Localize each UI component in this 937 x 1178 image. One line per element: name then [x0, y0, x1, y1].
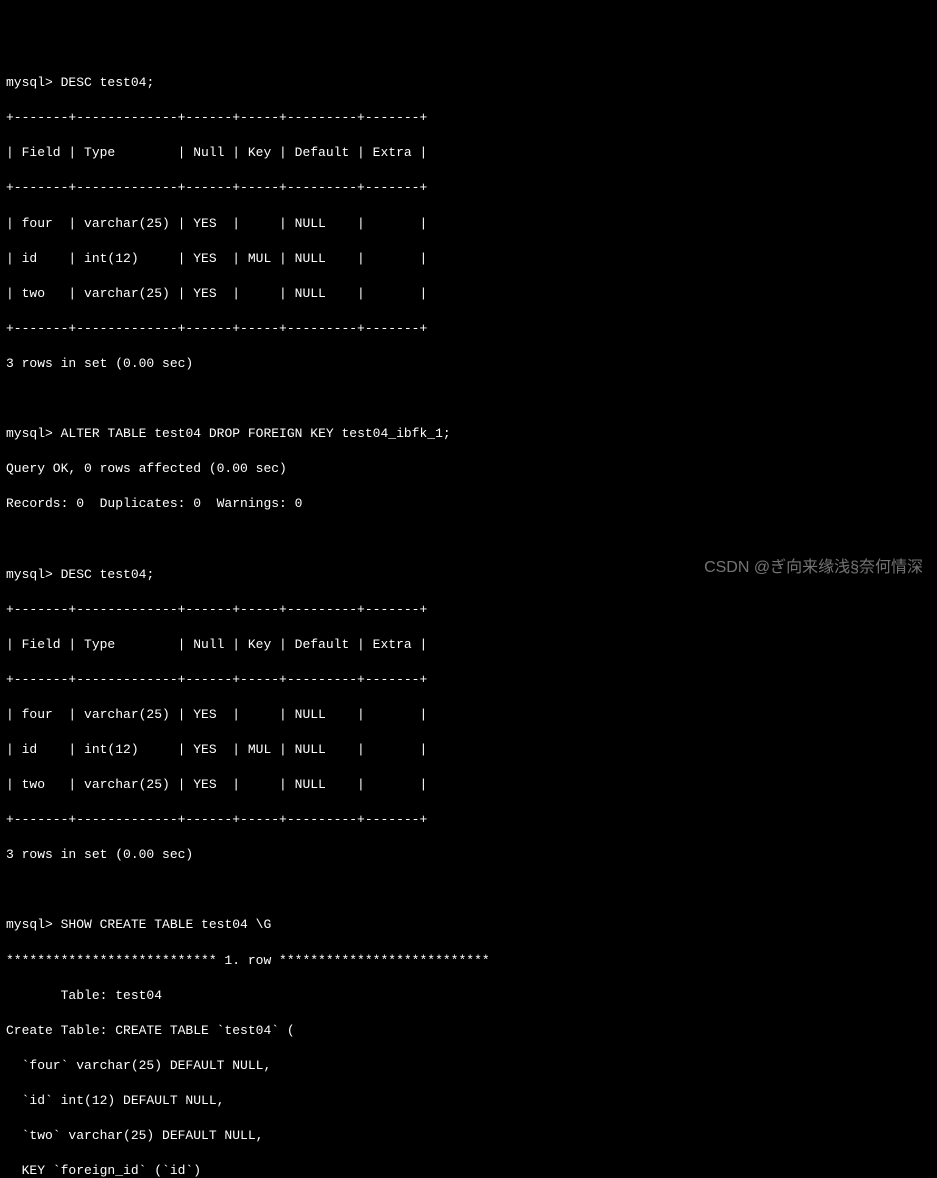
table-header: | Field | Type | Null | Key | Default | …: [6, 636, 931, 654]
query-ok: Query OK, 0 rows affected (0.00 sec): [6, 460, 931, 478]
create-output: Table: test04: [6, 987, 931, 1005]
blank-line: [6, 881, 931, 899]
table-row: | two | varchar(25) | YES | | NULL | |: [6, 285, 931, 303]
row-separator: *************************** 1. row *****…: [6, 952, 931, 970]
result-footer: 3 rows in set (0.00 sec): [6, 846, 931, 864]
blank-line: [6, 390, 931, 408]
command-text: SHOW CREATE TABLE test04 \G: [61, 917, 272, 932]
prompt: mysql>: [6, 917, 53, 932]
table-border: +-------+-------------+------+-----+----…: [6, 320, 931, 338]
table-row: | two | varchar(25) | YES | | NULL | |: [6, 776, 931, 794]
create-output: `two` varchar(25) DEFAULT NULL,: [6, 1127, 931, 1145]
records-line: Records: 0 Duplicates: 0 Warnings: 0: [6, 495, 931, 513]
cmd-line: mysql> DESC test04;: [6, 74, 931, 92]
table-row: | four | varchar(25) | YES | | NULL | |: [6, 706, 931, 724]
cmd-line: mysql> ALTER TABLE test04 DROP FOREIGN K…: [6, 425, 931, 443]
table-header: | Field | Type | Null | Key | Default | …: [6, 144, 931, 162]
prompt: mysql>: [6, 567, 53, 582]
command-text: ALTER TABLE test04 DROP FOREIGN KEY test…: [61, 426, 451, 441]
create-output: KEY `foreign_id` (`id`): [6, 1162, 931, 1178]
table-border: +-------+-------------+------+-----+----…: [6, 109, 931, 127]
command-text: DESC test04;: [61, 75, 155, 90]
create-output: `id` int(12) DEFAULT NULL,: [6, 1092, 931, 1110]
prompt: mysql>: [6, 75, 53, 90]
create-output: Create Table: CREATE TABLE `test04` (: [6, 1022, 931, 1040]
prompt: mysql>: [6, 426, 53, 441]
table-row: | id | int(12) | YES | MUL | NULL | |: [6, 741, 931, 759]
table-border: +-------+-------------+------+-----+----…: [6, 811, 931, 829]
cmd-line: mysql> SHOW CREATE TABLE test04 \G: [6, 916, 931, 934]
watermark: CSDN @ぎ向来缘浅§奈何情深: [704, 557, 923, 579]
table-border: +-------+-------------+------+-----+----…: [6, 179, 931, 197]
command-text: DESC test04;: [61, 567, 155, 582]
result-footer: 3 rows in set (0.00 sec): [6, 355, 931, 373]
table-row: | four | varchar(25) | YES | | NULL | |: [6, 215, 931, 233]
blank-line: [6, 530, 931, 548]
table-border: +-------+-------------+------+-----+----…: [6, 671, 931, 689]
table-row: | id | int(12) | YES | MUL | NULL | |: [6, 250, 931, 268]
create-output: `four` varchar(25) DEFAULT NULL,: [6, 1057, 931, 1075]
table-border: +-------+-------------+------+-----+----…: [6, 601, 931, 619]
